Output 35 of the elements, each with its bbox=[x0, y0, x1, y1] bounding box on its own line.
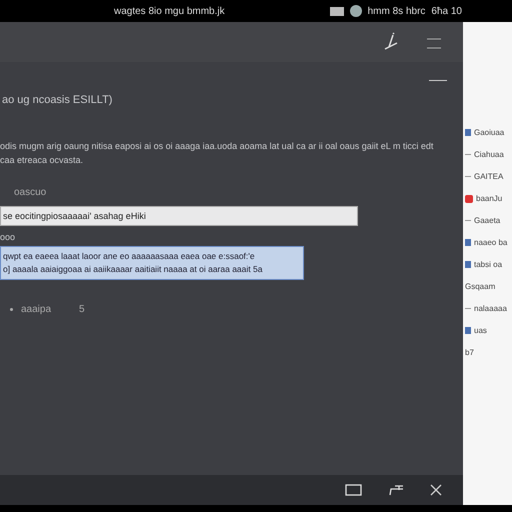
note-label: ooo bbox=[0, 232, 16, 242]
panel-item[interactable]: baanJu bbox=[476, 194, 502, 203]
folder-icon bbox=[465, 129, 471, 136]
dash-icon bbox=[465, 176, 471, 177]
panel-item[interactable]: naaeo ba bbox=[474, 238, 508, 247]
panel-item[interactable]: Ciahuaa bbox=[474, 150, 504, 159]
option-mark: 5 bbox=[79, 304, 85, 315]
panel-item[interactable]: Gaaeta bbox=[474, 216, 500, 225]
description-text: odis mugm arig oaung nitisa eaposi ai os oi aaaga iaa.uoda aoama lat ual ca ar ii oal oaus gaiit eL m ticci edt caa etreaca ocvasta. bbox=[0, 140, 434, 167]
folder-icon bbox=[465, 261, 471, 268]
panel-item[interactable]: b7 bbox=[465, 348, 474, 357]
card-icon bbox=[330, 6, 344, 16]
dash-icon bbox=[465, 308, 471, 309]
app-icon bbox=[465, 194, 473, 202]
panel-item[interactable]: tabsi oa bbox=[474, 260, 502, 269]
note-box[interactable]: qwpt ea eaeea laaat laoor ane eo aaaaaasaaa eaea oae e:ssaof:'e o] aaaala aaiaiggoaa ai aaiikaaaar aaitiaiit naaaa at oi aaraa aaait 5a bbox=[0, 246, 304, 280]
dash-icon bbox=[465, 154, 471, 155]
panel-item[interactable]: GAITEA bbox=[474, 172, 504, 181]
window-icon[interactable] bbox=[345, 483, 363, 497]
status-title: wagtes 8io mgu bmmb.jk bbox=[114, 6, 225, 16]
panel-item[interactable]: uas bbox=[474, 326, 487, 335]
panel-item[interactable]: nalaaaaa bbox=[474, 304, 507, 313]
folder-icon bbox=[465, 239, 471, 246]
panel-item[interactable]: Gaoiuaa bbox=[474, 128, 504, 137]
dash-icon bbox=[465, 220, 471, 221]
status-text: hmm 8s hbrc bbox=[368, 6, 426, 16]
field-label: oascuo bbox=[14, 187, 48, 198]
folder-icon bbox=[465, 327, 471, 334]
text-field[interactable]: se eocitingpiosaaaaai' asahag eHiki bbox=[0, 206, 358, 226]
clock: 6ħa 10 bbox=[431, 6, 462, 16]
dialog-heading: ao ug ncoasis ESILLT) bbox=[2, 94, 114, 106]
globe-icon bbox=[350, 5, 362, 17]
option-text: aaaipa bbox=[21, 304, 52, 315]
close-icon[interactable] bbox=[429, 483, 443, 497]
panel-item[interactable]: Gsqaam bbox=[465, 282, 496, 291]
